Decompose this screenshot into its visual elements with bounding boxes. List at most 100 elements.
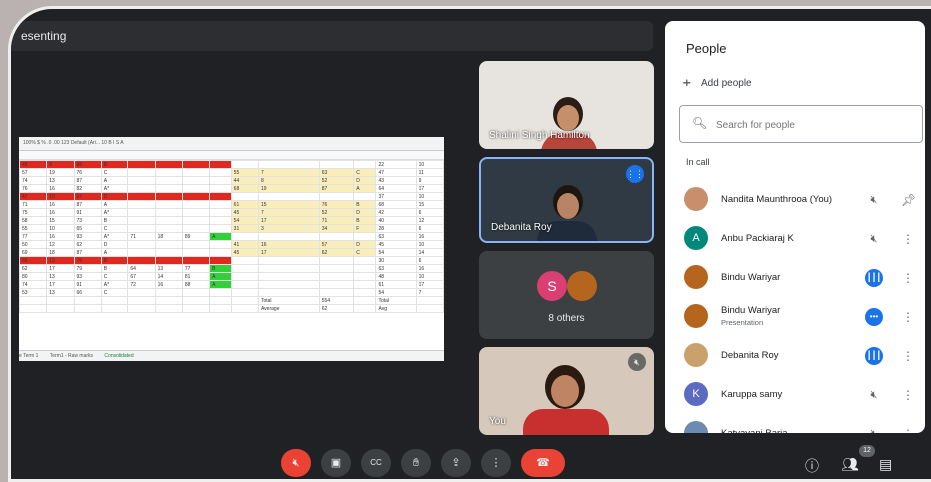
more-options-icon[interactable]: ⋮: [901, 347, 915, 365]
spreadsheet-cell: [127, 224, 156, 233]
spreadsheet-cell: [100, 304, 129, 313]
video-tile-shalini[interactable]: Shalini Singh Hamilton: [479, 61, 654, 149]
spreadsheet-row: 77 16 93 A* 71 18 89 A 63 16: [19, 232, 444, 241]
spreadsheet-cell: 68: [230, 184, 259, 193]
video-tile-debanita[interactable]: ⋮⋮ Debanita Roy: [479, 157, 654, 243]
spreadsheet-cell: 52: [318, 208, 355, 217]
spreadsheet-cell: 10: [46, 192, 75, 201]
spreadsheet-cell: 87: [73, 248, 102, 257]
spreadsheet-cell: [257, 280, 320, 289]
participant-row[interactable]: Nandita Maunthrooa (You) 🔇︎ 📌︎: [679, 181, 925, 220]
spreadsheet-cell: 10: [415, 160, 444, 169]
spreadsheet-cell: [230, 192, 259, 201]
spreadsheet-row: 74 13 87 A 44 8 52 D 43 9: [19, 176, 444, 185]
mic-off-icon: 🔇︎: [865, 425, 883, 433]
spreadsheet-cell: B: [100, 264, 129, 273]
spreadsheet-cell: 68: [375, 200, 417, 209]
present-button[interactable]: ⇪: [441, 449, 471, 477]
spreadsheet-cell: 16: [415, 264, 444, 273]
spreadsheet-cell: 11: [415, 168, 444, 177]
participant-name: Katyayani Baria: [721, 428, 788, 433]
spreadsheet-cell: 58: [19, 216, 48, 225]
spreadsheet-cell: 6: [415, 224, 444, 233]
participant-name: Anbu Packiaraj K: [721, 233, 794, 244]
spreadsheet-cell: 7: [415, 288, 444, 297]
spreadsheet-cell: C: [100, 168, 129, 177]
spreadsheet-cell: 14: [415, 248, 444, 257]
spreadsheet-cell: [230, 280, 259, 289]
spreadsheet-cell: 45: [230, 248, 259, 257]
raise-hand-button[interactable]: ✋︎: [401, 449, 431, 477]
spreadsheet-cell: 65: [19, 256, 48, 265]
spreadsheet-cell: 54: [375, 288, 417, 297]
participant-row[interactable]: K Karuppa samy 🔇︎ ⋮: [679, 376, 925, 415]
spreadsheet-cell: [127, 288, 156, 297]
spreadsheet-cell: [181, 184, 211, 193]
spreadsheet-cell: [181, 208, 211, 217]
spreadsheet-cell: [257, 232, 320, 241]
info-icon[interactable]: ⓘ: [805, 456, 819, 476]
spreadsheet-cell: [154, 296, 183, 305]
spreadsheet-cell: 3: [257, 224, 320, 233]
spreadsheet-cell: 91: [73, 280, 102, 289]
spreadsheet-cell: 62: [318, 248, 355, 257]
participant-row[interactable]: A Anbu Packiaraj K 🔇︎ ⋮: [679, 220, 925, 259]
spreadsheet-cell: [257, 192, 320, 201]
participant-face: [557, 193, 579, 219]
audio-active-icon: •••: [865, 308, 883, 326]
spreadsheet-cell: D: [100, 240, 129, 249]
search-people-box[interactable]: 🔍︎: [679, 105, 923, 143]
video-tile-you[interactable]: 🔇︎ You: [479, 347, 654, 435]
spreadsheet-grid: 45 9 88 B 22 10 57 19 76 C 55 7 63 C 47 11 74 13 87 A 44 8 52 D…: [19, 160, 444, 313]
spreadsheet-cell: B: [209, 264, 232, 273]
spreadsheet-cell: 17: [257, 216, 320, 225]
participant-row[interactable]: Debanita Roy ┃┃┃ ⋮: [679, 337, 925, 376]
search-people-input[interactable]: [714, 114, 908, 136]
add-people-button[interactable]: ➕︎ Add people: [683, 78, 752, 89]
avatar: [684, 343, 708, 367]
spreadsheet-cell: A: [209, 280, 232, 289]
spreadsheet-cell: 55: [19, 224, 48, 233]
spreadsheet-cell: 75: [19, 208, 48, 217]
spreadsheet-cell: 47: [19, 192, 48, 201]
spreadsheet-cell: D: [353, 208, 377, 217]
spreadsheet-cell: 74: [19, 280, 48, 289]
people-icon[interactable]: 👥︎: [841, 456, 859, 473]
spreadsheet-row: 47 10 57 D 37 10: [19, 192, 444, 201]
pin-icon[interactable]: 📌︎: [901, 191, 916, 209]
sheet-tab: e Term 1: [19, 353, 39, 359]
more-options-button[interactable]: ⋮: [481, 449, 511, 477]
more-options-icon[interactable]: ⋮: [901, 269, 915, 287]
chat-icon[interactable]: ▤: [879, 456, 892, 473]
spreadsheet-cell: 15: [415, 200, 444, 209]
more-options-icon[interactable]: ⋮: [901, 386, 915, 404]
spreadsheet-cell: [353, 232, 377, 241]
spreadsheet-cell: 52: [318, 176, 355, 185]
spreadsheet-cell: [127, 208, 156, 217]
spreadsheet-cell: 87: [73, 200, 102, 209]
spreadsheet-cell: [127, 296, 156, 305]
participant-row[interactable]: Bindu Wariyar ┃┃┃ ⋮: [679, 259, 925, 298]
video-tile-others[interactable]: S 8 others: [479, 251, 654, 339]
more-options-icon[interactable]: ⋮: [901, 230, 915, 248]
captions-button[interactable]: CC: [361, 449, 391, 477]
end-call-button[interactable]: ☎︎: [521, 449, 565, 477]
spreadsheet-cell: [127, 184, 156, 193]
mic-toggle-button[interactable]: 🔇︎: [281, 449, 311, 477]
spreadsheet-row: 74 17 91 A* 72 16 88 A 61 17: [19, 280, 444, 289]
spreadsheet-cell: 91: [73, 208, 102, 217]
spreadsheet-row: 65 13 78 B 30 6: [19, 256, 444, 265]
participant-row[interactable]: Katyayani Baria 🔇︎ ⋮: [679, 415, 925, 433]
spreadsheet-cell: [209, 248, 232, 257]
spreadsheet-cell: [127, 256, 156, 265]
participant-face: [551, 375, 579, 407]
more-options-icon[interactable]: ⋮: [901, 308, 915, 326]
camera-toggle-button[interactable]: ▣: [321, 449, 351, 477]
more-options-icon[interactable]: ⋮: [901, 425, 915, 433]
avatar: [684, 187, 708, 211]
spreadsheet-cell: 28: [375, 224, 417, 233]
spreadsheet-cell: 71: [318, 216, 355, 225]
participant-row[interactable]: Bindu Wariyar Presentation ••• ⋮: [679, 298, 925, 337]
participant-name: Karuppa samy: [721, 389, 783, 400]
spreadsheet-cell: 13: [46, 256, 75, 265]
